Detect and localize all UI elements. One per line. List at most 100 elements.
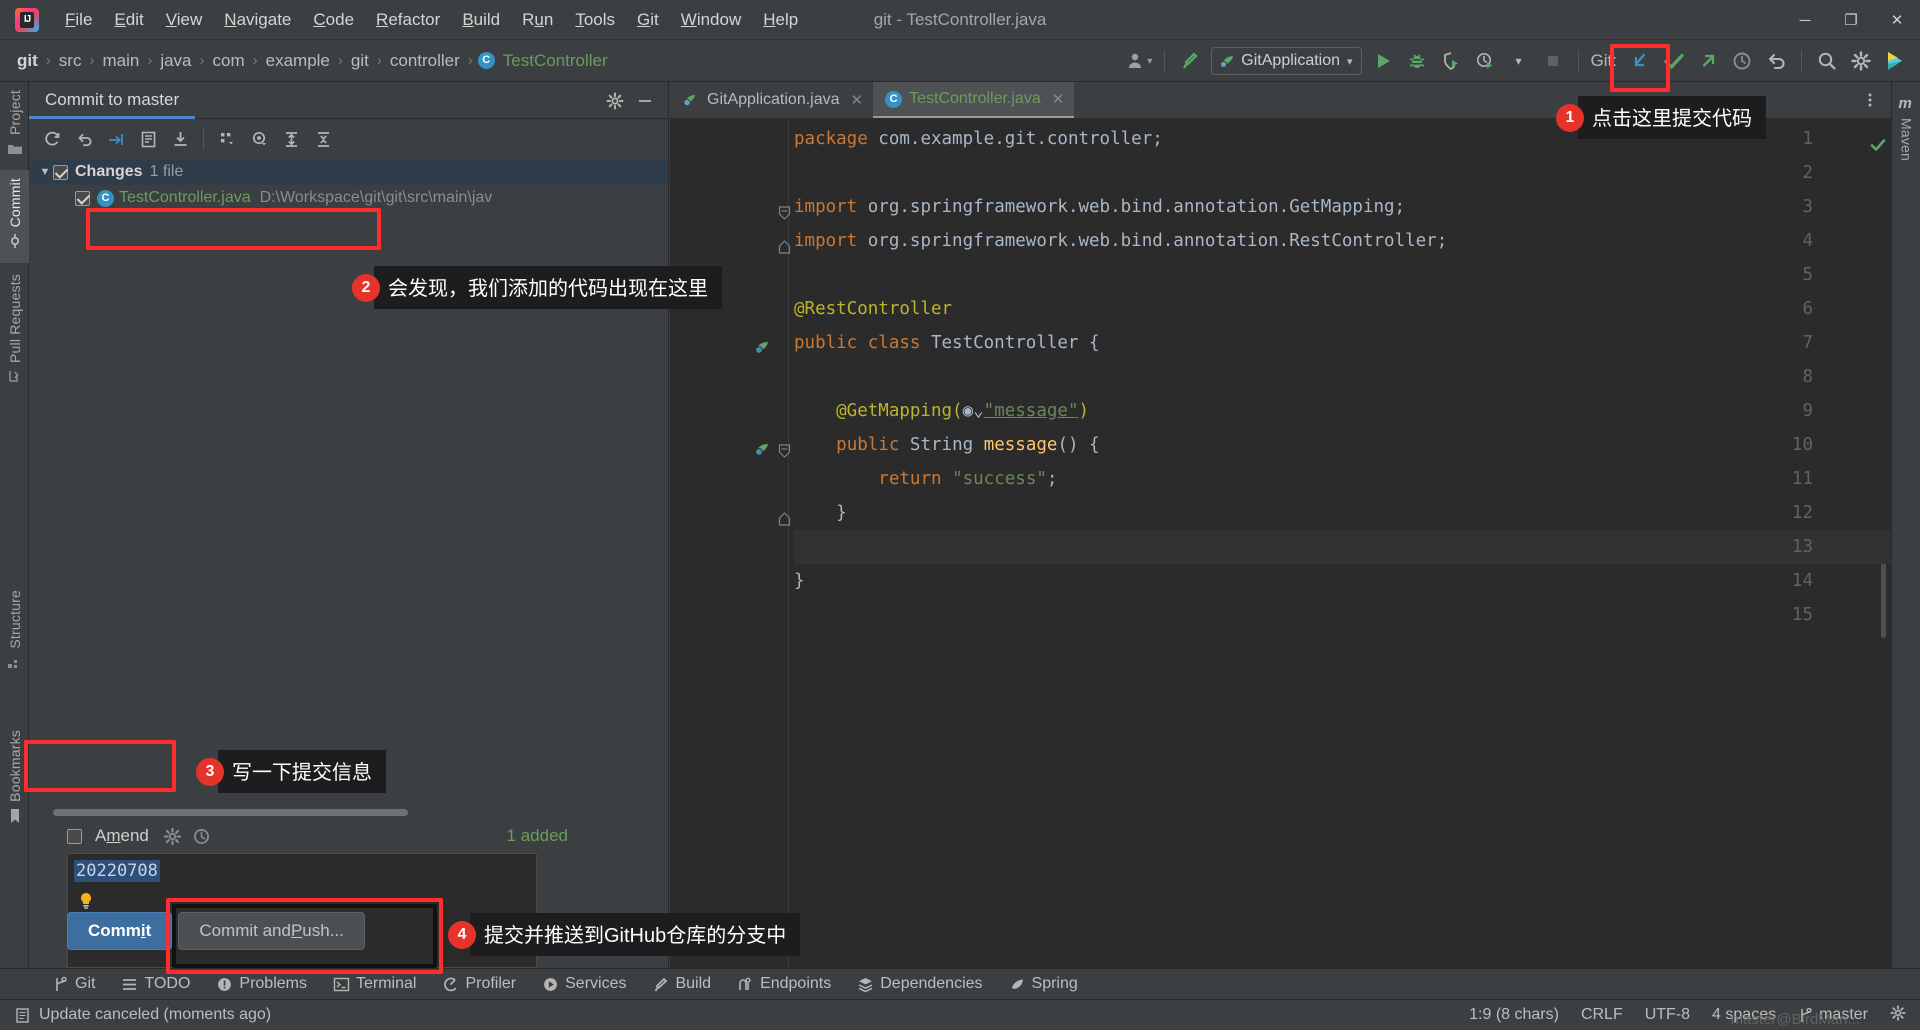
breadcrumb-item-src[interactable]: src — [56, 49, 85, 73]
code-fold-marker[interactable] — [778, 200, 792, 220]
breadcrumb-item-main[interactable]: main — [99, 49, 142, 73]
rollback-icon[interactable] — [69, 125, 99, 153]
breadcrumb-item-git[interactable]: git — [348, 49, 372, 73]
tab-gitapplication[interactable]: GitApplication.java ✕ — [670, 82, 873, 118]
bottom-tool-git[interactable]: Git — [40, 972, 107, 996]
close-icon[interactable]: ✕ — [1052, 90, 1065, 108]
download-icon[interactable] — [165, 125, 195, 153]
close-button[interactable]: ✕ — [1874, 0, 1920, 40]
menu-item-view[interactable]: View — [155, 6, 214, 34]
settings-icon[interactable] — [1890, 1004, 1906, 1026]
breadcrumb-item-java[interactable]: java — [157, 49, 194, 73]
search-everywhere-icon[interactable] — [1812, 46, 1842, 76]
code-fold-marker[interactable] — [778, 506, 792, 526]
breadcrumb-item-git[interactable]: git — [14, 49, 41, 73]
editor-gutter[interactable] — [670, 118, 790, 968]
hide-icon[interactable] — [630, 87, 660, 115]
line-separator[interactable]: CRLF — [1581, 1006, 1623, 1024]
gear-icon[interactable] — [600, 87, 630, 115]
expand-all-icon[interactable] — [276, 125, 306, 153]
minimize-button[interactable]: ─ — [1782, 0, 1828, 40]
code-line[interactable]: return "success"; — [794, 462, 1057, 496]
run-configuration-selector[interactable]: GitApplication ▾ — [1211, 47, 1362, 75]
bottom-tool-todo[interactable]: TODO — [109, 972, 202, 996]
menu-item-navigate[interactable]: Navigate — [213, 6, 302, 34]
debug-icon[interactable] — [1402, 46, 1432, 76]
menu-item-refactor[interactable]: Refactor — [365, 6, 451, 34]
code-fold-marker[interactable] — [778, 234, 792, 254]
menu-item-tools[interactable]: Tools — [564, 6, 626, 34]
spring-bean-icon[interactable] — [754, 334, 772, 354]
commit-and-push-button[interactable]: Commit and Push... — [178, 912, 365, 950]
code-fold-marker[interactable] — [778, 438, 792, 458]
menu-item-edit[interactable]: Edit — [103, 6, 154, 34]
close-icon[interactable]: ✕ — [851, 91, 864, 109]
refresh-icon[interactable] — [37, 125, 67, 153]
sidebar-item-pull-requests[interactable]: Pull Requests — [0, 266, 29, 399]
ide-plugin-icon[interactable] — [1880, 46, 1910, 76]
sidebar-item-maven[interactable]: m Maven — [1892, 82, 1920, 169]
preview-diff-icon[interactable] — [244, 125, 274, 153]
maximize-button[interactable]: ❐ — [1828, 0, 1874, 40]
bottom-tool-services[interactable]: Services — [530, 972, 638, 996]
changes-node-row[interactable]: ▼ Changes 1 file — [29, 159, 668, 185]
more-vertical-icon[interactable] — [1855, 86, 1885, 114]
diff-icon[interactable] — [133, 125, 163, 153]
settings-icon[interactable] — [1846, 46, 1876, 76]
menu-item-git[interactable]: Git — [626, 6, 670, 34]
run-coverage-icon[interactable] — [1436, 46, 1466, 76]
git-history-icon[interactable] — [1727, 46, 1757, 76]
menu-item-code[interactable]: Code — [302, 6, 365, 34]
code-line[interactable]: @GetMapping(◉⌄"message") — [794, 394, 1089, 428]
group-by-icon[interactable] — [212, 125, 242, 153]
caret-position[interactable]: 1:9 (8 chars) — [1469, 1006, 1559, 1024]
changes-tree[interactable]: ▼ Changes 1 file C TestController.java D… — [29, 159, 668, 808]
table-row[interactable]: C TestController.java D:\Workspace\git\g… — [29, 185, 668, 211]
tab-testcontroller[interactable]: C TestController.java ✕ — [873, 82, 1075, 118]
git-commit-icon[interactable] — [1659, 46, 1689, 76]
changes-horizontal-scrollbar[interactable] — [53, 808, 644, 817]
git-update-icon[interactable] — [1625, 46, 1655, 76]
file-checkbox[interactable] — [75, 190, 90, 206]
changes-node-checkbox[interactable] — [53, 164, 68, 180]
bottom-tool-dependencies[interactable]: Dependencies — [845, 972, 994, 996]
shelve-icon[interactable] — [101, 125, 131, 153]
stop-icon[interactable] — [1538, 46, 1568, 76]
scrollbar-thumb[interactable] — [53, 809, 408, 816]
notification-icon[interactable] — [14, 1007, 31, 1024]
build-hammer-icon[interactable] — [1175, 46, 1205, 76]
sidebar-item-structure[interactable]: Structure — [0, 582, 29, 685]
menu-item-window[interactable]: Window — [670, 6, 752, 34]
chevron-down-icon[interactable]: ▼ — [37, 166, 53, 178]
git-push-icon[interactable] — [1693, 46, 1723, 76]
code-line[interactable]: package com.example.git.controller; — [794, 122, 1163, 156]
file-encoding[interactable]: UTF-8 — [1645, 1006, 1690, 1024]
chevron-down-icon[interactable]: ▾ — [1504, 46, 1534, 76]
code-editor[interactable]: 1 package com.example.git.controller; 2 3 im… — [670, 118, 1891, 968]
code-line[interactable]: @RestController — [794, 292, 952, 326]
amend-checkbox[interactable] — [67, 828, 82, 844]
bottom-tool-terminal[interactable]: Terminal — [321, 972, 428, 996]
spring-endpoint-icon[interactable] — [754, 436, 772, 456]
breadcrumb-item-class[interactable]: TestController — [500, 49, 611, 73]
code-line[interactable]: public class TestController { — [794, 326, 1100, 360]
run-icon[interactable] — [1368, 46, 1398, 76]
history-icon[interactable] — [192, 827, 211, 846]
inspection-status-icon[interactable] — [1869, 132, 1887, 166]
collapse-all-icon[interactable] — [308, 125, 338, 153]
breadcrumb-item-controller[interactable]: controller — [387, 49, 463, 73]
breadcrumb-item-example[interactable]: example — [263, 49, 333, 73]
user-avatar-icon[interactable]: ▾ — [1124, 46, 1154, 76]
code-line[interactable]: public String message() { — [794, 428, 1099, 462]
bottom-tool-profiler[interactable]: Profiler — [430, 972, 528, 996]
gear-icon[interactable] — [163, 827, 182, 846]
lightbulb-icon[interactable] — [78, 892, 94, 910]
code-line[interactable]: import org.springframework.web.bind.anno… — [794, 224, 1447, 258]
code-line[interactable]: } — [794, 496, 847, 530]
menu-item-help[interactable]: Help — [752, 6, 809, 34]
menu-item-build[interactable]: Build — [451, 6, 511, 34]
code-line[interactable]: import org.springframework.web.bind.anno… — [794, 190, 1405, 224]
bottom-tool-build[interactable]: Build — [640, 972, 723, 996]
git-rollback-icon[interactable] — [1761, 46, 1791, 76]
bottom-tool-endpoints[interactable]: Endpoints — [725, 972, 843, 996]
